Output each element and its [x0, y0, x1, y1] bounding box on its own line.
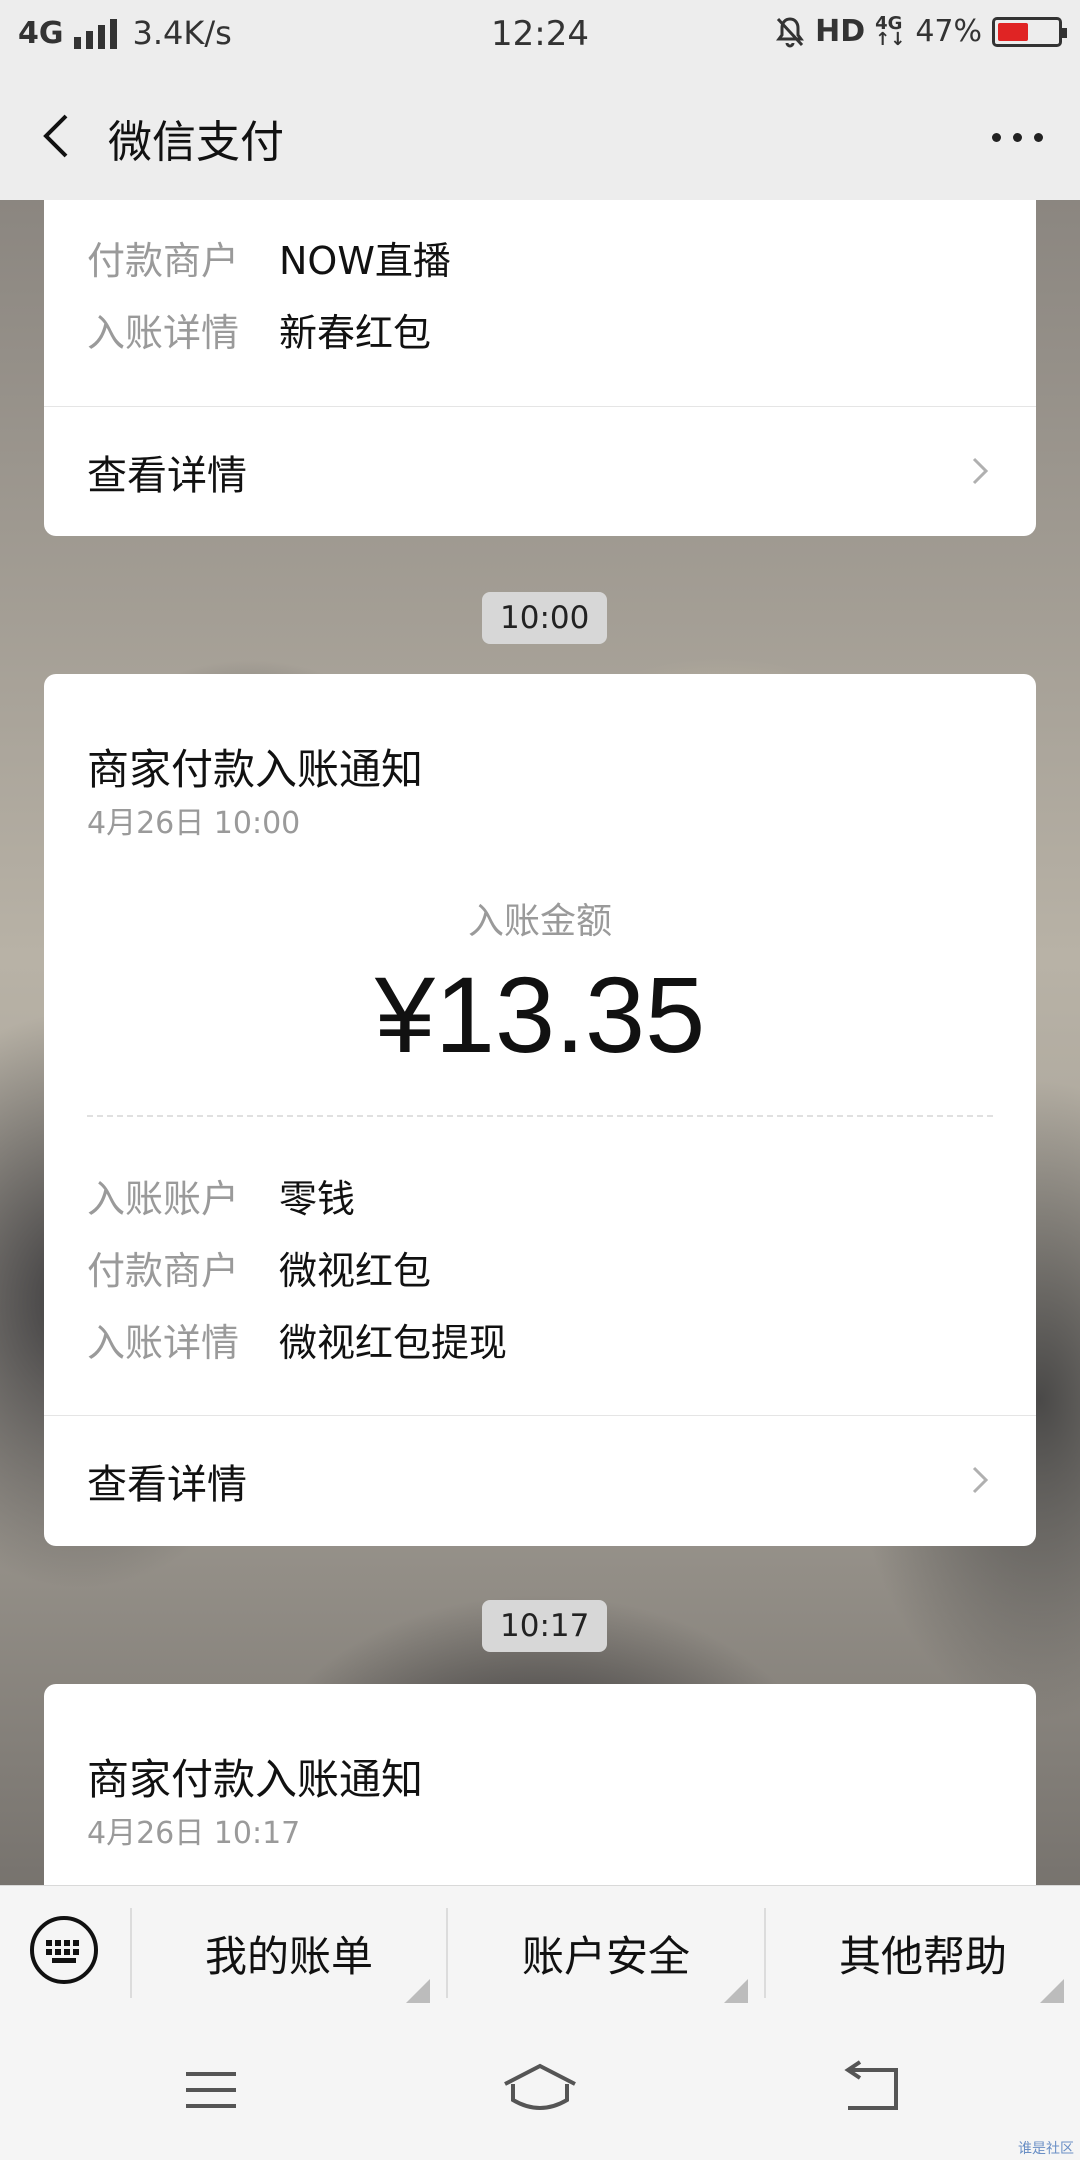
bottom-menu-bar: 我的账单 账户安全 其他帮助 — [0, 1885, 1080, 2021]
notification-card-2: 商家付款入账通知 4月26日 10:00 入账金额 ¥13.35 入账账户 零钱… — [44, 674, 1036, 1546]
menu-label: 账户安全 — [521, 1932, 690, 1981]
title-bar: 微信支付 — [0, 72, 1080, 200]
notification-card-3: 商家付款入账通知 4月26日 10:17 — [44, 1684, 1036, 1885]
more-options-icon[interactable] — [982, 112, 1052, 162]
row-value: 新春红包 — [279, 311, 432, 355]
info-row: 付款商户 微视红包 — [87, 1240, 431, 1295]
chevron-right-icon — [972, 1466, 989, 1494]
info-row: 入账账户 零钱 — [87, 1168, 355, 1223]
view-details-link[interactable]: 查看详情 — [44, 407, 1036, 536]
card-title: 商家付款入账通知 — [87, 1755, 424, 1804]
dashed-divider — [87, 1115, 993, 1117]
view-details-label: 查看详情 — [87, 1462, 247, 1508]
data-indicator: 4G ↑↓ — [875, 14, 906, 50]
row-key: 入账详情 — [87, 311, 240, 355]
menu-my-bill[interactable]: 我的账单 — [132, 1886, 446, 2021]
view-details-label: 查看详情 — [87, 453, 247, 499]
info-row: 付款商户 NOW直播 — [87, 230, 451, 285]
watermark-text: 谁是社区 — [1018, 2141, 1074, 2157]
status-right: HD 4G ↑↓ 47% — [775, 14, 1067, 50]
status-bar: 4G 3.4K/s 12:24 HD 4G ↑↓ 47% — [0, 0, 1080, 72]
submenu-indicator-icon — [1040, 1979, 1064, 2003]
submenu-indicator-icon — [406, 1979, 430, 2003]
mute-bell-icon — [776, 16, 805, 47]
menu-lines-icon[interactable] — [166, 2060, 256, 2120]
view-details-link[interactable]: 查看详情 — [44, 1416, 1036, 1546]
row-value: 零钱 — [279, 1177, 356, 1221]
menu-account-security[interactable]: 账户安全 — [448, 1886, 764, 2021]
menu-label: 我的账单 — [204, 1932, 373, 1981]
hd-indicator: HD — [815, 14, 866, 49]
submenu-indicator-icon — [724, 1979, 748, 2003]
row-value: 微视红包 — [279, 1249, 432, 1293]
battery-percent: 47% — [915, 14, 982, 49]
row-value: NOW直播 — [279, 239, 451, 283]
notification-card-1: 付款商户 NOW直播 入账详情 新春红包 查看详情 — [44, 200, 1036, 536]
row-key: 入账账户 — [87, 1177, 240, 1221]
message-timestamp: 10:17 — [482, 1600, 608, 1652]
amount-label: 入账金额 — [467, 901, 612, 942]
home-icon[interactable] — [495, 2060, 585, 2120]
battery-fill — [998, 22, 1029, 41]
back-return-icon[interactable] — [826, 2060, 916, 2120]
page-title: 微信支付 — [108, 117, 284, 168]
chevron-right-icon — [972, 457, 989, 485]
card-title: 商家付款入账通知 — [87, 745, 424, 794]
menu-other-help[interactable]: 其他帮助 — [766, 1886, 1080, 2021]
keyboard-toggle-icon[interactable] — [28, 1914, 100, 1986]
message-timestamp: 10:00 — [482, 592, 608, 644]
row-key: 付款商户 — [87, 1249, 240, 1293]
row-key: 付款商户 — [87, 239, 240, 283]
system-navigation-bar: 谁是社区 — [0, 2020, 1080, 2160]
amount-value: ¥13.35 — [374, 954, 706, 1075]
row-key: 入账详情 — [87, 1321, 240, 1365]
row-value: 微视红包提现 — [279, 1321, 508, 1365]
card-date: 4月26日 10:00 — [87, 806, 301, 841]
data-arrows-icon: ↑↓ — [875, 28, 906, 50]
card-date: 4月26日 10:17 — [87, 1816, 301, 1851]
battery-icon — [992, 16, 1067, 47]
info-row: 入账详情 新春红包 — [87, 302, 431, 357]
menu-label: 其他帮助 — [838, 1932, 1007, 1981]
info-row: 入账详情 微视红包提现 — [87, 1312, 507, 1367]
back-arrow-icon[interactable] — [30, 108, 86, 164]
